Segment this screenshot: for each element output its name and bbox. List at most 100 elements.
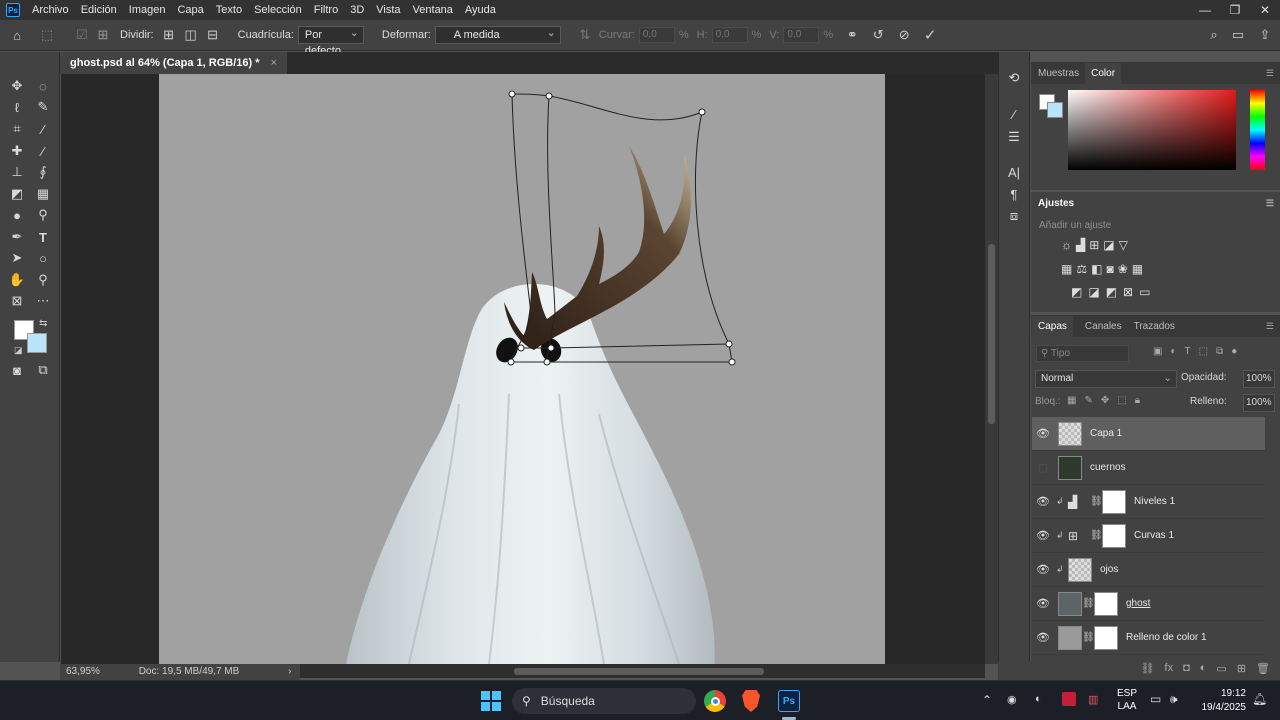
- hue-slider[interactable]: [1250, 90, 1265, 170]
- minimize-icon[interactable]: —: [1190, 0, 1220, 20]
- tab-muestras[interactable]: Muestras: [1038, 68, 1079, 79]
- visibility-eye-icon[interactable]: 👁︎: [1032, 597, 1054, 610]
- canvas-area[interactable]: [61, 74, 985, 664]
- bw-adj-icon[interactable]: ◧: [1091, 262, 1102, 276]
- layer-row-curvas-1[interactable]: 👁︎ ↲ ⊞ ⛓︎ Curvas 1: [1032, 519, 1265, 553]
- filter-shape-icon[interactable]: ⬚: [1199, 346, 1208, 357]
- default-colors-icon[interactable]: ◪: [14, 345, 23, 356]
- panel-menu-icon[interactable]: ☰: [1266, 198, 1274, 209]
- eyedropper-tool-icon[interactable]: ⁄: [32, 119, 54, 139]
- menu-archivo[interactable]: Archivo: [26, 4, 75, 16]
- gradient-map-adj-icon[interactable]: ▭: [1139, 285, 1150, 299]
- marquee-tool-icon[interactable]: ◌: [32, 76, 54, 96]
- cancel-icon[interactable]: ⊘: [891, 27, 917, 43]
- workspace-icon[interactable]: ▭: [1226, 27, 1250, 43]
- pen-tool-icon[interactable]: ✒: [6, 227, 28, 247]
- properties-icon[interactable]: ☰: [1003, 127, 1025, 147]
- add-mask-icon[interactable]: ◘: [1183, 662, 1190, 674]
- quick-mask-icon[interactable]: ◙: [6, 360, 28, 380]
- gradient-tool-icon[interactable]: ▦: [32, 184, 54, 204]
- invert-adj-icon[interactable]: ◩: [1071, 285, 1082, 299]
- color-bg-swatch[interactable]: [1047, 102, 1063, 118]
- layer-row-ojos[interactable]: 👁︎ ↲ ojos: [1032, 553, 1265, 587]
- lock-artboard-icon[interactable]: ⬚: [1117, 395, 1126, 406]
- cuadricula-select[interactable]: Por defecto: [297, 25, 364, 57]
- lasso-tool-icon[interactable]: ℓ: [6, 97, 28, 117]
- character-panel-icon[interactable]: A|: [1003, 162, 1025, 182]
- background-color-swatch[interactable]: [27, 333, 47, 353]
- panel-menu-icon[interactable]: ☰: [1266, 321, 1274, 332]
- photo-filter-adj-icon[interactable]: ◙: [1106, 262, 1113, 276]
- zoom-level[interactable]: 63,95%: [66, 666, 100, 677]
- visibility-eye-icon[interactable]: 👁︎: [1032, 563, 1054, 576]
- share-icon[interactable]: ⇪: [1250, 27, 1280, 43]
- paragraph-panel-icon[interactable]: ¶: [1003, 184, 1025, 204]
- chrome-icon[interactable]: [704, 690, 726, 712]
- lock-pixels-icon[interactable]: ✎: [1084, 395, 1092, 406]
- hand-tool-icon[interactable]: ✋: [6, 270, 28, 290]
- taskbar-search[interactable]: ⚲ Búsqueda: [512, 688, 696, 714]
- lock-position-icon[interactable]: ✥: [1101, 395, 1109, 406]
- new-layer-icon[interactable]: ⊞: [1237, 662, 1246, 675]
- vibrance-adj-icon[interactable]: ▽: [1119, 238, 1128, 252]
- threshold-adj-icon[interactable]: ◩: [1106, 285, 1117, 299]
- restore-icon[interactable]: ❐: [1220, 0, 1250, 20]
- lock-transparency-icon[interactable]: ▦: [1067, 395, 1076, 406]
- tray-red-app-icon[interactable]: [1062, 692, 1076, 706]
- quick-selection-tool-icon[interactable]: ✎: [32, 97, 54, 117]
- color-balance-adj-icon[interactable]: ⚖: [1076, 262, 1087, 276]
- audio-app-icon[interactable]: ▥: [1088, 693, 1098, 706]
- home-icon[interactable]: ⌂: [0, 28, 34, 43]
- visibility-eye-icon[interactable]: 👁︎: [1032, 529, 1054, 542]
- menu-edicion[interactable]: Edición: [75, 4, 123, 16]
- tab-capas[interactable]: Capas: [1032, 315, 1073, 337]
- warp-mode-icon[interactable]: ⚭: [839, 27, 865, 43]
- filter-pixel-icon[interactable]: ▣: [1153, 346, 1162, 357]
- history-panel-icon[interactable]: ⟲: [1003, 68, 1025, 88]
- clock[interactable]: 19:12 19/4/2025: [1196, 687, 1247, 715]
- lock-all-icon[interactable]: 🔒︎: [1135, 395, 1140, 406]
- notification-icon[interactable]: 🔔︎: [1252, 692, 1267, 706]
- visibility-eye-icon[interactable]: 👁︎: [1032, 427, 1054, 440]
- horizontal-scrollbar[interactable]: [300, 664, 985, 678]
- volume-icon[interactable]: 🕪︎: [1170, 692, 1178, 707]
- dodge-tool-icon[interactable]: ⚲: [32, 205, 54, 225]
- fx-icon[interactable]: fx: [1165, 662, 1174, 674]
- type-tool-icon[interactable]: T: [32, 227, 54, 247]
- brush-settings-icon[interactable]: ∕: [1003, 104, 1025, 124]
- discord-icon[interactable]: ◉: [1007, 693, 1017, 706]
- blur-tool-icon[interactable]: ●: [6, 205, 28, 225]
- link-layers-icon[interactable]: ⛓︎: [1141, 662, 1155, 675]
- menu-texto[interactable]: Texto: [210, 4, 248, 16]
- filter-type-icon[interactable]: T: [1185, 346, 1191, 357]
- tray-chevron-icon[interactable]: ⌃: [982, 693, 992, 707]
- layer-row-cuernos[interactable]: ▢ cuernos: [1032, 451, 1265, 485]
- posterize-adj-icon[interactable]: ◪: [1088, 285, 1099, 299]
- swap-colors-icon[interactable]: ⇆: [39, 318, 47, 329]
- horizontal-scroll-thumb[interactable]: [514, 668, 764, 675]
- filter-adjust-icon[interactable]: ◐: [1170, 346, 1176, 357]
- color-lookup-adj-icon[interactable]: ▦: [1132, 262, 1143, 276]
- levels-adj-icon[interactable]: ▟: [1076, 238, 1085, 252]
- tab-color[interactable]: Color: [1085, 62, 1122, 84]
- menu-seleccion[interactable]: Selección: [248, 4, 308, 16]
- history-brush-tool-icon[interactable]: ∮: [32, 162, 54, 182]
- deformar-select[interactable]: A medida: [434, 25, 561, 44]
- close-tab-icon[interactable]: ×: [271, 57, 277, 69]
- new-group-icon[interactable]: ▭: [1216, 662, 1226, 675]
- menu-imagen[interactable]: Imagen: [123, 4, 172, 16]
- layer-row-capa-1[interactable]: 👁︎ Capa 1: [1032, 417, 1265, 451]
- more-tools-icon[interactable]: ⋯: [32, 291, 54, 311]
- opacity-input[interactable]: 100%: [1243, 370, 1275, 388]
- stamp-tool-icon[interactable]: ⊥: [6, 162, 28, 182]
- eraser-tool-icon[interactable]: ◩: [6, 184, 28, 204]
- reference-point-icon[interactable]: ⊞: [94, 27, 112, 43]
- fill-input[interactable]: 100%: [1243, 394, 1275, 412]
- network-icon[interactable]: ▭: [1150, 692, 1161, 706]
- exposure-adj-icon[interactable]: ◪: [1103, 238, 1114, 252]
- tab-trazados[interactable]: Trazados: [1134, 321, 1175, 332]
- brave-icon[interactable]: [742, 690, 760, 712]
- blend-mode-select[interactable]: Normal ⌄: [1035, 370, 1177, 388]
- screen-mode-icon[interactable]: ⧉: [32, 360, 54, 380]
- delete-layer-icon[interactable]: 🗑︎: [1256, 662, 1270, 675]
